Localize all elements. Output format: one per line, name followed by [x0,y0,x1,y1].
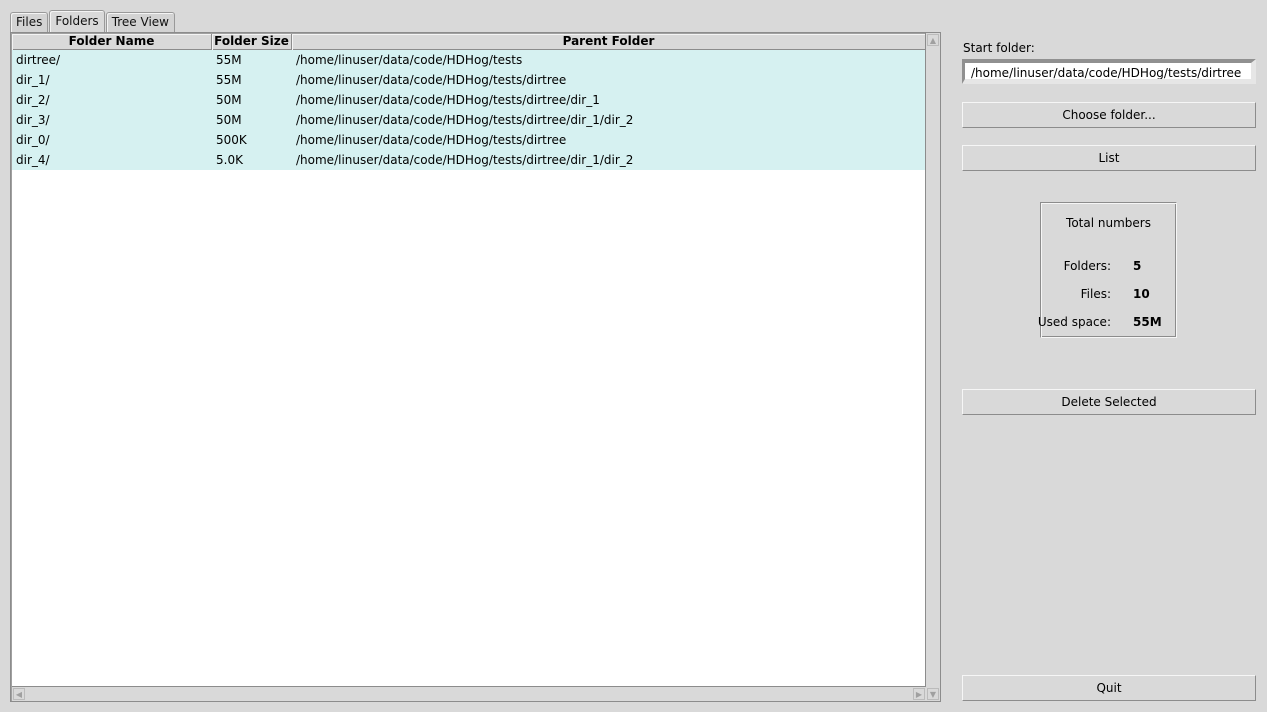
cell-folder-name: dirtree/ [16,53,61,67]
scroll-left-arrow-icon[interactable]: ◀ [13,688,25,700]
table-header: Folder Name Folder Size Parent Folder [12,34,926,50]
cell-folder-name: dir_4/ [16,153,50,167]
cell-folder-size: 55M [216,73,242,87]
scroll-right-arrow-icon[interactable]: ▶ [913,688,925,700]
cell-parent-folder: /home/linuser/data/code/HDHog/tests/dirt… [296,153,634,167]
totals-files-row: Files: 10 [1041,287,1176,303]
totals-used-space-row: Used space: 55M [1037,315,1176,331]
used-space-label: Used space: [1037,315,1111,329]
folders-count-label: Folders: [1063,259,1111,273]
cell-parent-folder: /home/linuser/data/code/HDHog/tests [296,53,523,67]
choose-folder-button[interactable]: Choose folder... [962,102,1256,128]
scroll-up-arrow-icon[interactable]: ▲ [927,34,939,46]
cell-folder-size: 5.0K [216,153,243,167]
table-row[interactable]: dir_3/ 50M /home/linuser/data/code/HDHog… [12,110,926,130]
files-count-value: 10 [1133,287,1150,301]
cell-folder-size: 50M [216,113,242,127]
vertical-scrollbar[interactable]: ▲ ▼ [925,33,940,701]
folders-table: Folder Name Folder Size Parent Folder di… [10,32,941,702]
cell-folder-name: dir_0/ [16,133,50,147]
folders-count-value: 5 [1133,259,1142,273]
delete-selected-button[interactable]: Delete Selected [962,389,1256,415]
cell-folder-name: dir_3/ [16,113,50,127]
files-count-label: Files: [1080,287,1111,301]
cell-parent-folder: /home/linuser/data/code/HDHog/tests/dirt… [296,113,634,127]
list-button[interactable]: List [962,145,1256,171]
tab-bar: Files Folders Tree View [10,10,176,32]
scroll-down-arrow-icon[interactable]: ▼ [927,688,939,700]
cell-folder-size: 500K [216,133,247,147]
cell-parent-folder: /home/linuser/data/code/HDHog/tests/dirt… [296,73,567,87]
start-folder-input[interactable] [962,59,1256,84]
column-header-parent-folder[interactable]: Parent Folder [292,34,926,50]
cell-parent-folder: /home/linuser/data/code/HDHog/tests/dirt… [296,93,600,107]
start-folder-label: Start folder: [963,41,1035,55]
table-body: dirtree/ 55M /home/linuser/data/code/HDH… [12,50,926,170]
cell-parent-folder: /home/linuser/data/code/HDHog/tests/dirt… [296,133,567,147]
table-row[interactable]: dirtree/ 55M /home/linuser/data/code/HDH… [12,50,926,70]
totals-folders-row: Folders: 5 [1041,259,1176,275]
horizontal-scrollbar[interactable]: ◀ ▶ [12,686,926,701]
cell-folder-name: dir_1/ [16,73,50,87]
column-header-folder-name[interactable]: Folder Name [12,34,212,50]
totals-panel: Total numbers Folders: 5 Files: 10 Used … [1037,202,1177,338]
cell-folder-size: 55M [216,53,242,67]
used-space-value: 55M [1133,315,1162,329]
tab-files[interactable]: Files [10,12,49,32]
table-row[interactable]: dir_0/ 500K /home/linuser/data/code/HDHo… [12,130,926,150]
cell-folder-name: dir_2/ [16,93,50,107]
cell-folder-size: 50M [216,93,242,107]
table-row[interactable]: dir_2/ 50M /home/linuser/data/code/HDHog… [12,90,926,110]
table-row[interactable]: dir_4/ 5.0K /home/linuser/data/code/HDHo… [12,150,926,170]
tab-tree-view[interactable]: Tree View [105,12,175,32]
table-row[interactable]: dir_1/ 55M /home/linuser/data/code/HDHog… [12,70,926,90]
tab-folders[interactable]: Folders [49,10,105,32]
quit-button[interactable]: Quit [962,675,1256,701]
totals-title: Total numbers [1066,216,1151,230]
column-header-folder-size[interactable]: Folder Size [212,34,292,50]
